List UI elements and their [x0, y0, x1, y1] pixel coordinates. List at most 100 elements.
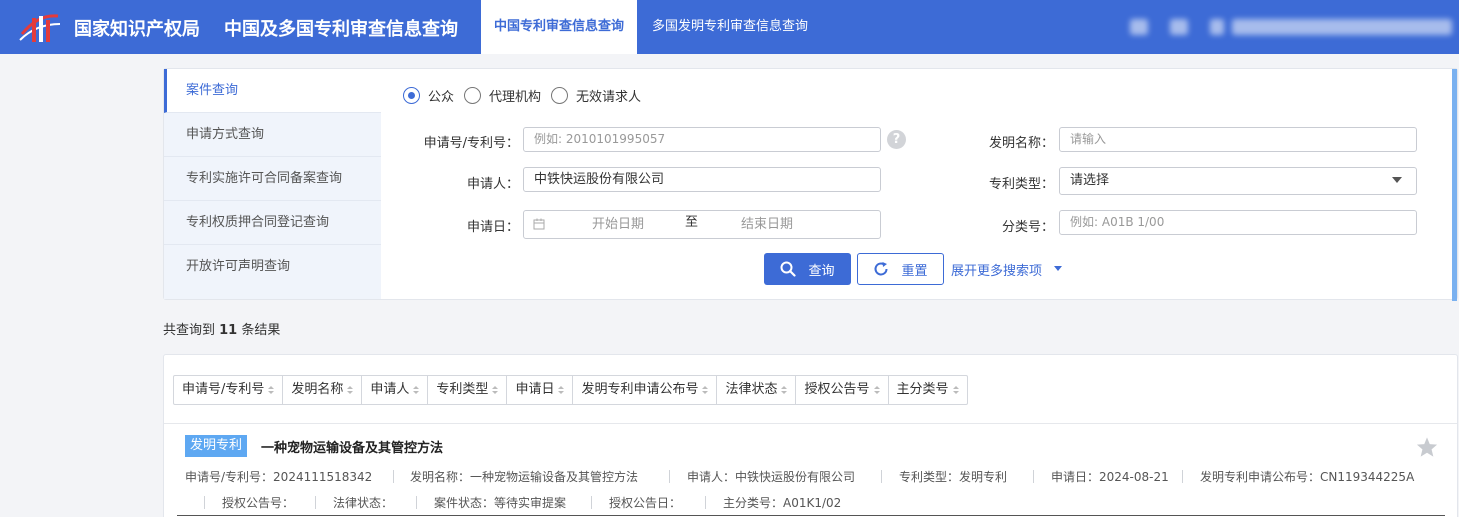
patent-type-select[interactable]: 请选择 [1059, 167, 1417, 195]
meta-application-date: 申请日：2024-08-21 [1051, 470, 1169, 484]
meta-grant-no: 授权公告号： [222, 496, 295, 510]
radio-label: 无效请求人 [576, 89, 642, 105]
meta-separator [705, 496, 706, 509]
sort-publication-no[interactable]: 发明专利申请公布号 [573, 376, 718, 404]
search-icon [780, 261, 797, 277]
caret-down-icon[interactable] [1054, 266, 1062, 271]
user-info-blurred [1170, 19, 1188, 35]
agency-name: 国家知识产权局 [74, 19, 200, 40]
result-count-prefix: 共查询到 [163, 323, 220, 338]
sort-icon [347, 386, 354, 394]
refresh-icon [875, 262, 888, 276]
reset-button-label: 重置 [901, 263, 928, 279]
top-header: 国家知识产权局 中国及多国专利审查信息查询 中国专利审查信息查询 多国发明专利审… [0, 0, 1459, 54]
sort-icon [781, 386, 788, 394]
meta-separator [669, 470, 670, 483]
sort-icon [873, 386, 880, 394]
result-count-number: 11 [219, 323, 238, 338]
sort-label: 发明名称 [291, 382, 344, 397]
application-no-input[interactable]: 例如: 2010101995057 [523, 127, 881, 152]
sort-label: 主分类号 [896, 382, 949, 397]
date-range-picker[interactable]: 开始日期 至 结束日期 [523, 210, 881, 239]
date-end-input[interactable]: 结束日期 [741, 211, 793, 238]
sort-label: 授权公告号 [804, 382, 870, 397]
sort-patent-type[interactable]: 专利类型 [428, 376, 508, 404]
chevron-down-icon [1392, 177, 1402, 183]
sort-label: 申请人 [370, 382, 410, 397]
sort-bar: 申请号/专利号 发明名称 申请人 专利类型 申请日 发明专利申请公布号 法律状态… [173, 375, 968, 405]
sort-icon [952, 386, 959, 394]
help-icon[interactable]: ? [887, 130, 906, 149]
star-icon[interactable] [1416, 436, 1438, 458]
user-info-blurred[interactable] [1130, 19, 1148, 35]
query-button[interactable]: 查询 [764, 253, 851, 285]
query-button-label: 查询 [808, 263, 835, 279]
result-bottom-border [177, 515, 1445, 516]
tab-cn-patent-query[interactable]: 中国专利审查信息查询 [481, 0, 637, 54]
sort-label: 法律状态 [725, 382, 778, 397]
sort-invention-name[interactable]: 发明名称 [283, 376, 363, 404]
sort-main-class[interactable]: 主分类号 [889, 376, 967, 404]
meta-invention-name: 发明名称：一种宠物运输设备及其管控方法 [410, 470, 639, 484]
sort-icon [413, 386, 420, 394]
applicant-label: 申请人： [466, 177, 519, 192]
class-no-input[interactable]: 例如: A01B 1/00 [1059, 210, 1417, 235]
application-no-label: 申请号/专利号： [423, 136, 519, 151]
search-panel: 案件查询 申请方式查询 专利实施许可合同备案查询 专利权质押合同登记查询 开放许… [163, 68, 1458, 301]
meta-patent-type: 专利类型：发明专利 [899, 470, 1008, 484]
radio-agency[interactable]: 代理机构 [464, 86, 542, 105]
results-panel: 申请号/专利号 发明名称 申请人 专利类型 申请日 发明专利申请公布号 法律状态… [163, 354, 1458, 517]
patent-type-tag: 发明专利 [185, 435, 248, 457]
applicant-input[interactable]: 中铁快运股份有限公司 [523, 167, 881, 192]
meta-case-status: 案件状态：等待实审提案 [434, 496, 567, 510]
patent-type-value: 请选择 [1070, 173, 1110, 188]
meta-separator [416, 496, 417, 509]
meta-separator [1182, 470, 1183, 483]
sidebar-item-license-filing[interactable]: 专利实施许可合同备案查询 [164, 157, 381, 201]
sort-grant-no[interactable]: 授权公告号 [796, 376, 889, 404]
sort-label: 申请号/专利号 [182, 382, 265, 397]
radio-label: 公众 [428, 89, 455, 105]
radio-circle [464, 86, 481, 104]
result-title[interactable]: 一种宠物运输设备及其管控方法 [261, 437, 443, 456]
meta-separator [881, 470, 882, 483]
result-count-suffix: 条结果 [237, 323, 281, 338]
sidebar-item-application-method[interactable]: 申请方式查询 [164, 113, 381, 157]
sort-application-no[interactable]: 申请号/专利号 [174, 376, 284, 404]
radio-invalidation-requester[interactable]: 无效请求人 [551, 86, 642, 105]
class-no-label: 分类号： [1001, 220, 1054, 235]
sort-legal-status[interactable]: 法律状态 [717, 376, 797, 404]
sidebar-item-pledge-registration[interactable]: 专利权质押合同登记查询 [164, 201, 381, 245]
sort-icon [268, 386, 275, 394]
sort-applicant[interactable]: 申请人 [362, 376, 429, 404]
invention-name-input[interactable]: 请输入 [1059, 127, 1417, 152]
meta-publication-no: 发明专利申请公布号：CN119344225A [1200, 470, 1415, 484]
sidebar-item-case-query[interactable]: 案件查询 [164, 69, 381, 113]
tab-multi-country-query[interactable]: 多国发明专利审查信息查询 [636, 0, 824, 54]
result-count: 共查询到 11 条结果 [163, 319, 280, 338]
sort-label: 发明专利申请公布号 [581, 382, 699, 397]
date-range-separator: 至 [685, 215, 699, 230]
radio-circle [551, 86, 568, 104]
panel-scrollbar[interactable] [1452, 69, 1457, 301]
radio-public[interactable]: 公众 [403, 86, 455, 105]
radio-label: 代理机构 [489, 89, 542, 105]
sort-icon [558, 386, 565, 394]
sort-label: 申请日 [515, 382, 555, 397]
date-start-input[interactable]: 开始日期 [592, 211, 644, 238]
system-name: 中国及多国专利审查信息查询 [224, 19, 458, 40]
reset-button[interactable]: 重置 [857, 253, 944, 285]
patent-type-label: 专利类型： [988, 177, 1054, 192]
user-info-blurred [1210, 19, 1224, 35]
meta-separator [315, 496, 316, 509]
sort-icon [702, 386, 709, 394]
query-type-sidebar: 案件查询 申请方式查询 专利实施许可合同备案查询 专利权质押合同登记查询 开放许… [164, 69, 381, 299]
application-date-label: 申请日： [466, 220, 519, 235]
meta-grant-date: 授权公告日： [609, 496, 682, 510]
meta-separator [591, 496, 592, 509]
expand-more-search-link[interactable]: 展开更多搜索项 [951, 260, 1042, 279]
sidebar-item-open-license[interactable]: 开放许可声明查询 [164, 245, 381, 289]
meta-separator [393, 470, 394, 483]
sort-application-date[interactable]: 申请日 [507, 376, 574, 404]
calendar-icon [533, 218, 545, 230]
